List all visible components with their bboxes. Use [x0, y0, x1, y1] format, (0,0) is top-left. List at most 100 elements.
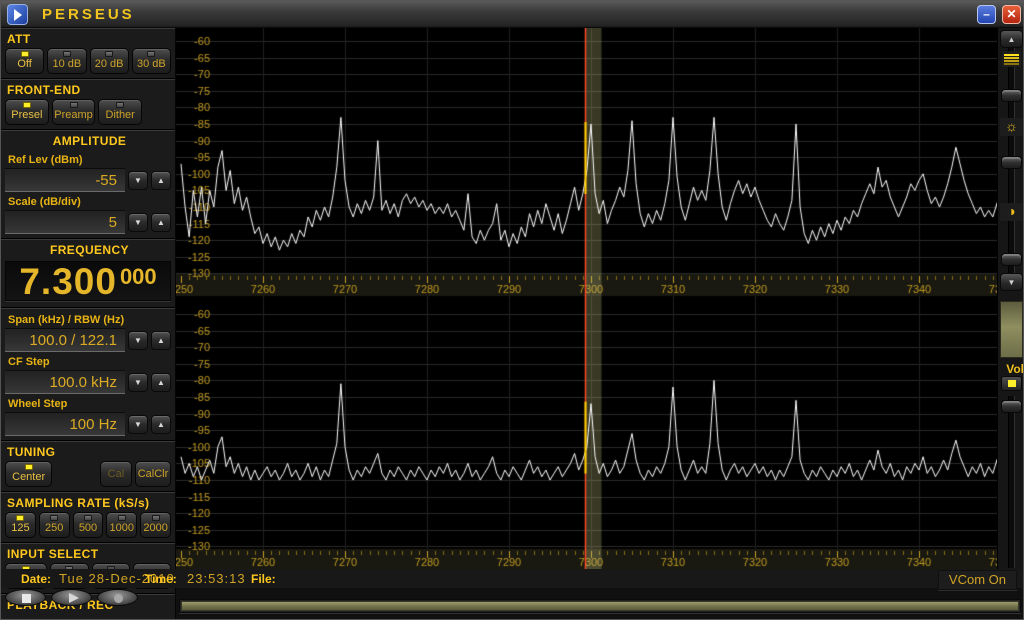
upper-slider-handle[interactable]: [1001, 89, 1022, 102]
stop-icon: [22, 594, 31, 603]
status-bar: Date: Tue 28-Dec-2010 Time: 23:53:13 Fil…: [1, 569, 1024, 588]
wheel-step-down-button[interactable]: ▼: [128, 415, 148, 434]
scroll-down-button[interactable]: ▼: [1000, 273, 1023, 291]
brightness-slider-handle[interactable]: [1001, 156, 1022, 169]
brightness-icon: ☼: [1000, 118, 1023, 136]
att-20db-button[interactable]: 20 dB: [90, 48, 129, 74]
waterfall-scroll-thumb[interactable]: [1000, 301, 1023, 358]
ref-lev-up-button[interactable]: ▲: [151, 171, 171, 190]
close-button[interactable]: ✕: [1002, 5, 1021, 24]
led-indicator: [50, 515, 58, 521]
record-button[interactable]: [97, 589, 138, 606]
time-label: Time:: [145, 572, 177, 586]
display-toolbar: ▲ ☼ ◑ ▼ Vol: [997, 28, 1024, 569]
scale-field[interactable]: 5: [5, 210, 125, 234]
led-indicator: [63, 51, 71, 57]
wheel-step-field[interactable]: 100 Hz: [5, 412, 125, 436]
att-30db-button[interactable]: 30 dB: [132, 48, 171, 74]
contrast-icon: ◑: [1000, 203, 1023, 221]
wheel-step-up-button[interactable]: ▲: [151, 415, 171, 434]
perseus-window: PERSEUS – ✕ ATT Off 10 dB 20 dB 30 dB FR…: [0, 0, 1024, 620]
led-indicator: [23, 102, 31, 108]
tuning-spacer: [55, 461, 97, 487]
led-indicator: [118, 515, 126, 521]
scale-up-button[interactable]: ▲: [151, 213, 171, 232]
minimize-button[interactable]: –: [977, 5, 996, 24]
vcom-toggle[interactable]: VCom On: [938, 570, 1017, 590]
spectrum-display[interactable]: [176, 28, 997, 569]
led-indicator: [25, 464, 33, 470]
frequency-sub-digits: 000: [120, 262, 157, 300]
spectrum-area: ▲ ☼ ◑ ▼ Vol: [176, 28, 1024, 620]
led-indicator: [105, 51, 113, 57]
amplitude-section: AMPLITUDE Ref Lev (dBm) -55 ▼ ▲ Scale (d…: [1, 130, 175, 239]
preamp-button[interactable]: Preamp: [52, 99, 96, 125]
frequency-header: FREQUENCY: [4, 241, 172, 259]
scale-down-button[interactable]: ▼: [128, 213, 148, 232]
center-button[interactable]: Center: [5, 461, 52, 487]
ref-lev-label: Ref Lev (dBm): [4, 150, 172, 168]
rate-125-button[interactable]: 125: [5, 512, 36, 538]
play-icon: [69, 593, 79, 603]
front-end-section: FRONT-END Presel Preamp Dither: [1, 79, 175, 130]
led-indicator: [1008, 380, 1016, 387]
frequency-display[interactable]: 7.300 000: [5, 261, 171, 301]
span-field[interactable]: 100.0 / 122.1: [5, 328, 125, 352]
cf-step-label: CF Step: [4, 352, 172, 370]
tuning-header: TUNING: [4, 443, 172, 461]
cf-step-field[interactable]: 100.0 kHz: [5, 370, 125, 394]
play-button[interactable]: [51, 589, 92, 606]
ref-lev-down-button[interactable]: ▼: [128, 171, 148, 190]
span-down-button[interactable]: ▼: [128, 331, 148, 350]
frequency-main-digits: 7.300: [19, 262, 117, 300]
att-header: ATT: [4, 30, 172, 48]
cal-button[interactable]: Cal: [100, 461, 132, 487]
control-panel: ATT Off 10 dB 20 dB 30 dB FRONT-END Pres…: [1, 28, 176, 620]
sampling-rate-section: SAMPLING RATE (kS/s) 125 250 500 1000 20…: [1, 492, 175, 543]
led-indicator: [16, 515, 24, 521]
span-up-button[interactable]: ▲: [151, 331, 171, 350]
wheel-step-label: Wheel Step: [4, 394, 172, 412]
dither-button[interactable]: Dither: [98, 99, 142, 125]
rate-250-button[interactable]: 250: [39, 512, 70, 538]
frequency-scroll-thumb[interactable]: [181, 601, 1019, 611]
led-indicator: [147, 51, 155, 57]
att-off-button[interactable]: Off: [5, 48, 44, 74]
perseus-app-icon: [7, 4, 28, 25]
scroll-up-button[interactable]: ▲: [1000, 30, 1023, 48]
cf-step-up-button[interactable]: ▲: [151, 373, 171, 392]
volume-label: Vol: [998, 362, 1024, 376]
time-value: 23:53:13: [187, 571, 246, 586]
window-title: PERSEUS: [42, 6, 135, 23]
led-indicator: [152, 515, 160, 521]
date-label: Date:: [21, 572, 51, 586]
rate-1000-button[interactable]: 1000: [106, 512, 137, 538]
transport-controls: [5, 589, 138, 606]
scale-label: Scale (dB/div): [4, 192, 172, 210]
amplitude-header: AMPLITUDE: [4, 132, 172, 150]
presel-button[interactable]: Presel: [5, 99, 49, 125]
frequency-scrollbar[interactable]: [179, 599, 1021, 613]
input-select-header: INPUT SELECT: [4, 545, 172, 563]
contrast-slider-handle[interactable]: [1001, 253, 1022, 266]
ref-lev-field[interactable]: -55: [5, 168, 125, 192]
led-indicator: [84, 515, 92, 521]
record-icon: [114, 594, 123, 603]
span-section: Span (kHz) / RBW (Hz) 100.0 / 122.1 ▼ ▲ …: [1, 308, 175, 441]
att-10db-button[interactable]: 10 dB: [47, 48, 86, 74]
led-indicator: [116, 102, 124, 108]
stop-button[interactable]: [5, 589, 46, 606]
frequency-section: FREQUENCY 7.300 000: [1, 239, 175, 308]
volume-mute-button[interactable]: [1001, 376, 1022, 391]
volume-slider-track[interactable]: [1008, 396, 1015, 568]
att-section: ATT Off 10 dB 20 dB 30 dB: [1, 28, 175, 79]
led-indicator: [70, 102, 78, 108]
rate-2000-button[interactable]: 2000: [140, 512, 171, 538]
tuning-section: TUNING Center Cal CalClr: [1, 441, 175, 492]
file-label: File:: [251, 572, 276, 586]
cf-step-down-button[interactable]: ▼: [128, 373, 148, 392]
rate-500-button[interactable]: 500: [73, 512, 104, 538]
titlebar[interactable]: PERSEUS – ✕: [1, 1, 1024, 28]
volume-slider-handle[interactable]: [1001, 400, 1022, 413]
calclr-button[interactable]: CalClr: [135, 461, 171, 487]
